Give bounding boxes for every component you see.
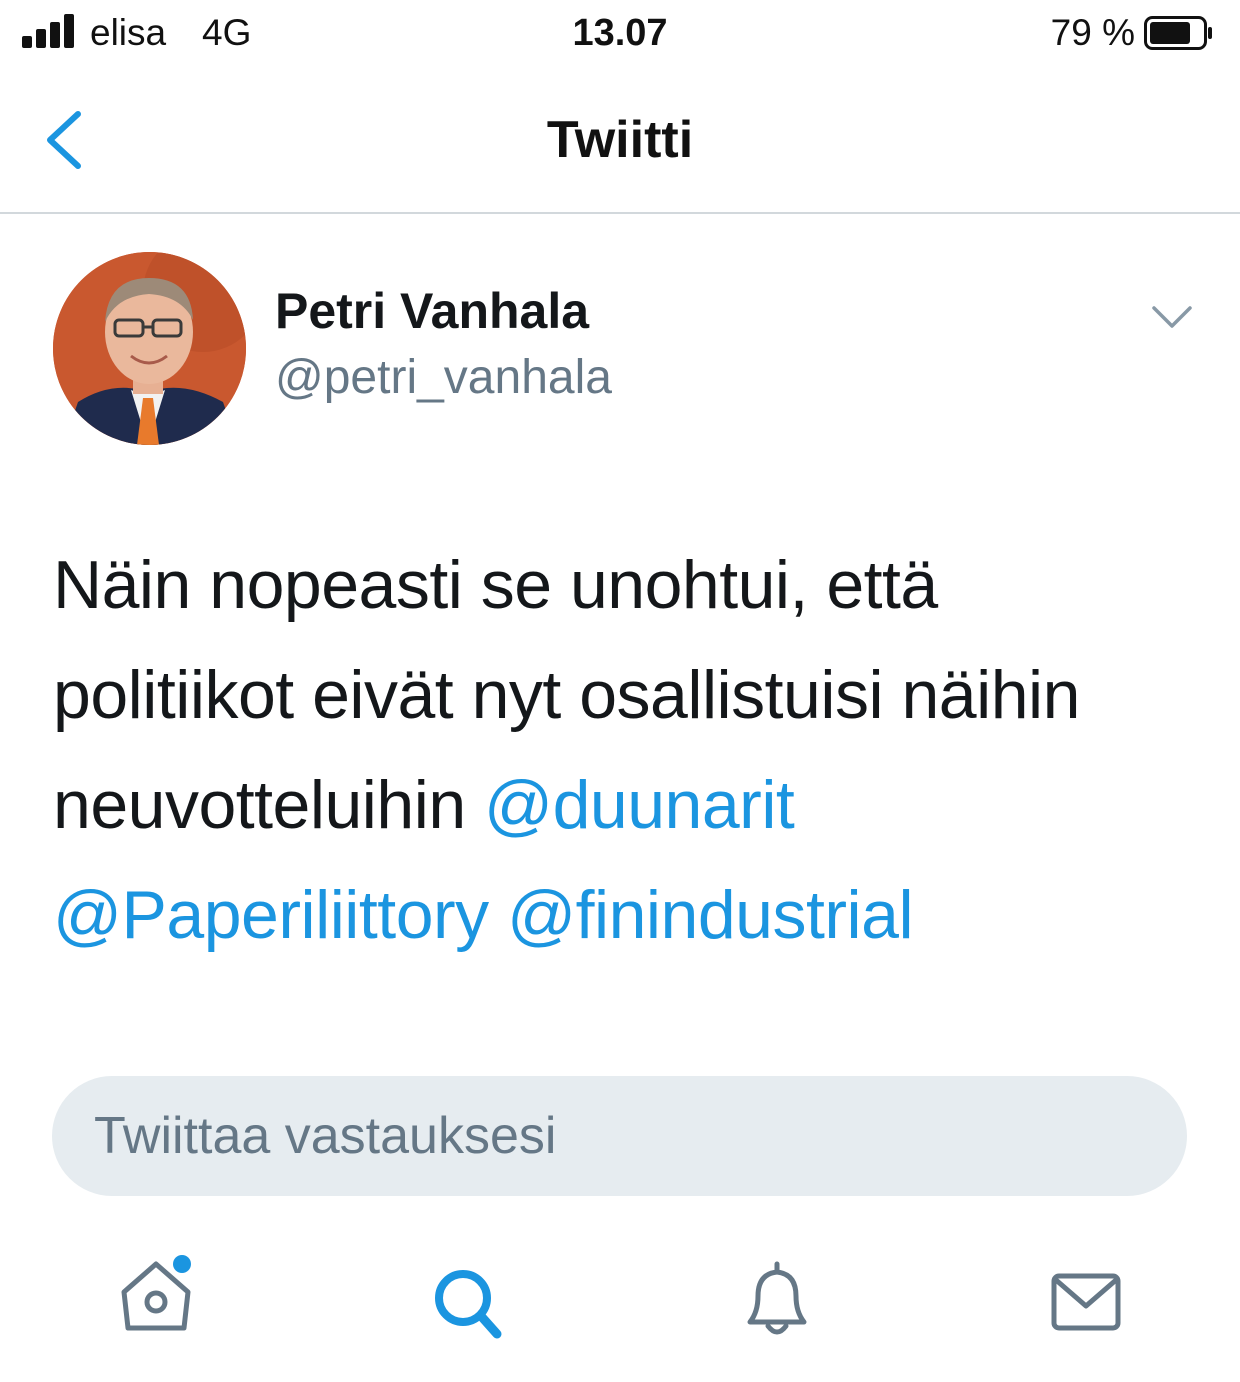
mail-icon <box>1051 1273 1121 1331</box>
tab-search[interactable] <box>425 1250 515 1350</box>
profile-photo-icon <box>53 252 246 445</box>
tab-home[interactable] <box>110 1250 200 1350</box>
tab-notifications[interactable] <box>732 1250 822 1350</box>
avatar[interactable] <box>53 252 246 445</box>
page-title: Twiitti <box>546 111 694 169</box>
tweet-options-button[interactable] <box>1150 302 1194 332</box>
bell-icon <box>747 1261 807 1335</box>
notification-dot <box>173 1255 191 1273</box>
battery-percentage: 79 % <box>1050 12 1135 53</box>
reply-input[interactable]: Twiittaa vastauksesi <box>52 1076 1187 1196</box>
author-display-name[interactable]: Petri Vanhala <box>275 282 589 340</box>
chevron-down-icon <box>1152 306 1192 328</box>
tab-messages[interactable] <box>1042 1250 1132 1350</box>
reply-placeholder: Twiittaa vastauksesi <box>94 1107 557 1165</box>
navigation-header: Twiitti <box>0 70 1240 214</box>
mention-link-paperiliittory[interactable]: @Paperiliittory <box>53 877 489 953</box>
mention-link-finindustrial[interactable]: @finindustrial <box>507 877 913 953</box>
tweet-text: Näin nopeasti se unohtui, että politiiko… <box>53 530 1173 970</box>
battery-icon <box>1144 16 1212 50</box>
search-icon <box>435 1270 502 1339</box>
mention-link-duunarit[interactable]: @duunarit <box>484 767 795 843</box>
author-handle[interactable]: @petri_vanhala <box>275 350 612 405</box>
home-icon <box>121 1255 191 1331</box>
status-bar: elisa 4G 13.07 79 % <box>0 0 1240 70</box>
